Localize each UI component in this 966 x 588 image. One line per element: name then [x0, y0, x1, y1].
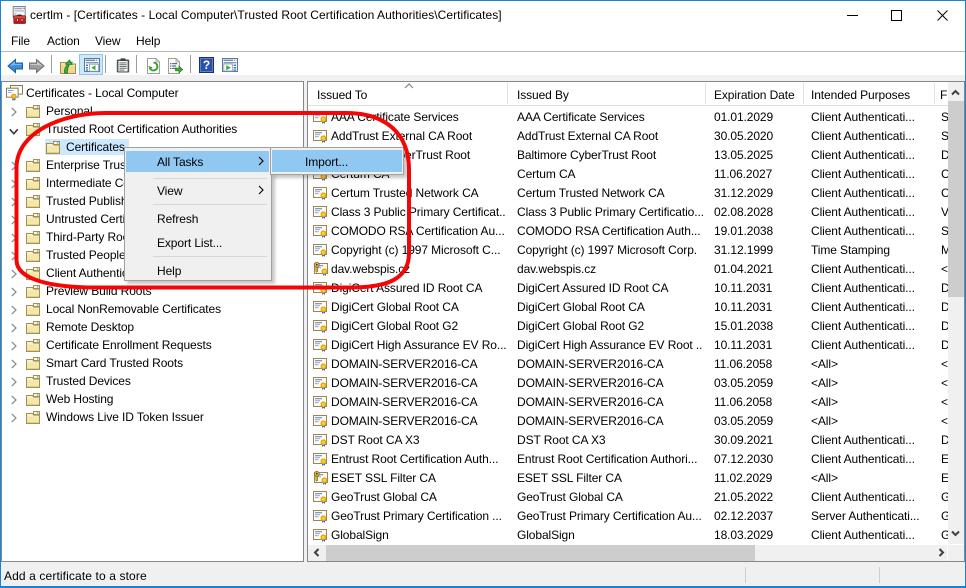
- svg-text:?: ?: [203, 58, 210, 72]
